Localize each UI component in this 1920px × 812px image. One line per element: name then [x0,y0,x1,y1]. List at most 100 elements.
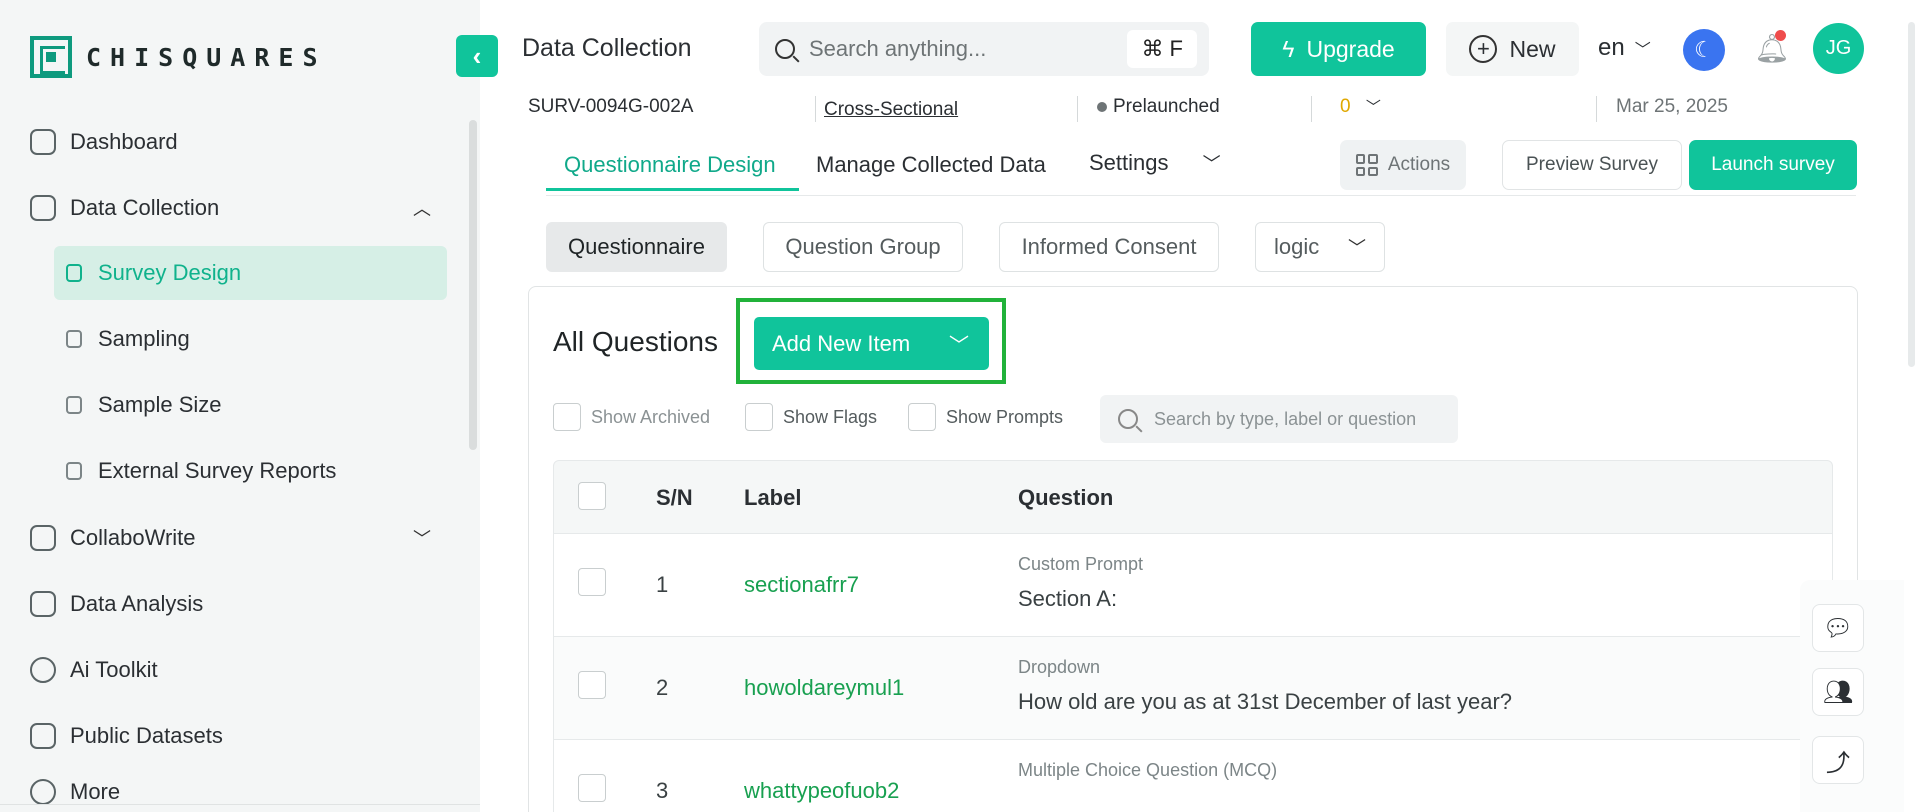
preview-survey-button[interactable]: Preview Survey [1502,140,1682,190]
study-type-link[interactable]: Cross-Sectional [824,99,958,121]
launch-survey-button[interactable]: Launch survey [1689,140,1857,190]
row-sn: 1 [656,572,669,597]
filter-show-prompts[interactable]: Show Prompts [908,403,1063,431]
divider [1311,96,1312,122]
tab-settings[interactable]: Settings ﹀ [1089,150,1221,176]
table-row[interactable]: 1 sectionafrr7 Custom Prompt Section A: [553,534,1833,637]
tab-manage-collected-data[interactable]: Manage Collected Data [816,152,1046,178]
theme-toggle[interactable]: ☾ [1683,29,1725,71]
status-label: Prelaunched [1113,96,1220,117]
sidebar-item-label: Data Analysis [70,591,204,616]
chat-button[interactable]: 💬︎ [1812,604,1864,652]
sidebar-subitem-sampling[interactable]: Sampling [54,312,447,366]
row-label-link[interactable]: sectionafrr7 [744,572,859,598]
sidebar-subitem-sample-size[interactable]: Sample Size [54,378,447,432]
avatar[interactable]: JG [1813,23,1864,74]
logo-icon [30,36,72,78]
sidebar-subitem-external-survey-reports[interactable]: External Survey Reports [54,444,447,498]
language-selector[interactable]: en ﹀ [1598,34,1651,62]
page-scrollbar[interactable] [1908,22,1915,367]
share-icon: ⤴ [1826,749,1850,777]
sidebar-item-label: Data Collection [70,195,220,220]
table-row[interactable]: 2 howoldareymul1 Dropdown How old are yo… [553,637,1833,740]
divider [0,804,480,805]
sidebar-subitem-label: Survey Design [98,260,242,285]
chevron-up-icon: ︿ [413,199,431,219]
select-all-checkbox[interactable] [578,482,606,510]
analysis-icon [30,591,56,617]
new-button[interactable]: + New [1446,22,1579,76]
logo[interactable]: CHISQUARES [30,36,327,78]
sidebar-item-more[interactable]: More [30,772,120,812]
sidebar-subitem-label: Sampling [98,326,190,351]
sidebar-item-public-datasets[interactable]: Public Datasets [30,716,223,756]
chart-icon [30,525,56,551]
sidebar-item-data-analysis[interactable]: Data Analysis [30,584,203,624]
bolt-icon: ϟ [1282,35,1295,62]
count-value: 0 [1340,96,1351,117]
chat-icon: 💬︎ [1822,614,1854,642]
row-question-text: How old are you as at 31st December of l… [1018,689,1513,714]
sidebar-item-label: More [70,779,121,804]
sidebar-item-collabowrite[interactable]: CollaboWrite ﹀ [30,518,431,558]
checkbox[interactable] [553,403,581,431]
row-label-link[interactable]: howoldareymul1 [744,675,904,701]
filter-show-archived[interactable]: Show Archived [553,403,710,431]
language-label: en [1598,34,1625,61]
sidebar-scrollbar[interactable] [469,120,477,450]
row-question-type: Custom Prompt [1018,554,1144,574]
chevron-left-icon: ‹ [472,40,482,71]
row-checkbox[interactable] [578,774,606,802]
global-search[interactable]: ⌘ F [759,22,1209,76]
chevron-down-icon: ﹀ [949,335,969,357]
subtab-informed-consent[interactable]: Informed Consent [999,222,1219,272]
collaborators-button[interactable]: 👥︎ [1812,668,1864,716]
count-selector[interactable]: 0 ﹀ [1340,96,1381,118]
notification-dot [1775,30,1786,41]
tabs-divider [546,195,1856,196]
notifications-button[interactable]: 🔔︎ [1754,30,1790,66]
sidebar-item-data-collection[interactable]: Data Collection ︿ [30,188,431,228]
upgrade-button[interactable]: ϟ Upgrade [1251,22,1426,76]
checkbox[interactable] [908,403,936,431]
row-checkbox[interactable] [578,568,606,596]
add-new-item-label: Add New Item [772,330,911,356]
actions-button[interactable]: Actions [1340,140,1466,190]
sidebar-subitem-survey-design[interactable]: Survey Design [54,246,447,300]
sidebar-item-ai-toolkit[interactable]: Ai Toolkit [30,650,158,690]
active-tab-indicator [546,188,799,191]
subtab-questionnaire[interactable]: Questionnaire [546,222,727,272]
status-dot [1097,101,1107,112]
question-search-input[interactable] [1154,408,1444,430]
collapse-sidebar-button[interactable]: ‹ [456,35,498,77]
search-input[interactable] [809,36,1109,62]
book-icon [30,723,56,749]
logic-dropdown[interactable]: logic ﹀ [1255,222,1385,272]
row-question-type: Multiple Choice Question (MCQ) [1018,760,1278,780]
filter-label: Show Prompts [946,406,1064,427]
subtab-question-group[interactable]: Question Group [763,222,963,272]
new-label: New [1509,35,1556,62]
tab-questionnaire-design[interactable]: Questionnaire Design [564,152,776,178]
row-checkbox[interactable] [578,671,606,699]
filter-label: Show Archived [591,406,711,427]
share-button[interactable]: ⤴ [1812,736,1864,784]
column-header-sn[interactable]: S/N [656,485,693,511]
filter-show-flags[interactable]: Show Flags [745,403,877,431]
column-header-label[interactable]: Label [744,485,801,511]
column-header-question[interactable]: Question [1018,485,1113,511]
plus-icon: + [1469,35,1498,63]
row-label-link[interactable]: whattypeofuob2 [744,778,899,804]
moon-icon: ☾ [1694,37,1714,62]
sidebar-item-dashboard[interactable]: Dashboard [30,122,178,162]
status-badge: Prelaunched [1097,96,1220,118]
search-icon [1118,409,1138,429]
checkbox[interactable] [745,403,773,431]
chevron-down-icon: ﹀ [1634,42,1651,59]
add-new-item-button[interactable]: Add New Item ﹀ [754,317,989,370]
question-search[interactable] [1100,395,1458,443]
more-icon [30,779,56,805]
database-icon [66,396,82,414]
table-row[interactable]: 3 whattypeofuob2 Multiple Choice Questio… [553,740,1833,812]
questions-heading: All Questions [553,326,718,357]
